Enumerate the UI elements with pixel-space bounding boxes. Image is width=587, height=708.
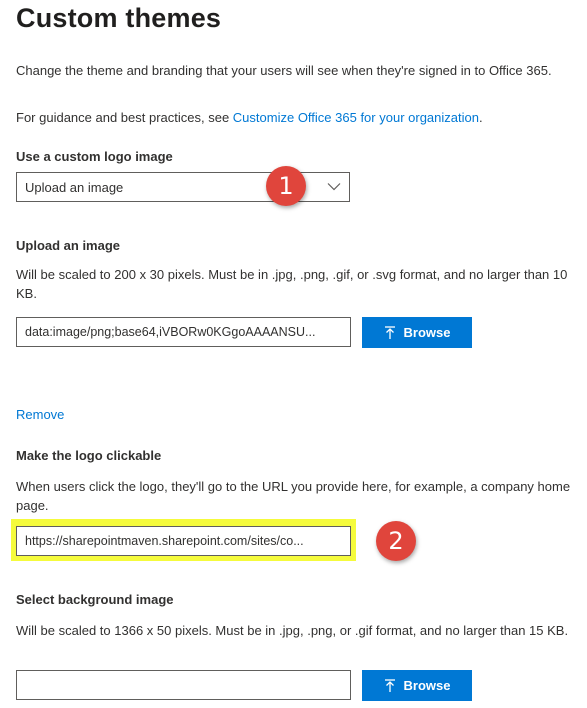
- upload-image-help: Will be scaled to 200 x 30 pixels. Must …: [16, 267, 568, 301]
- chevron-down-icon: [327, 183, 341, 191]
- logo-clickable-label: Make the logo clickable: [16, 448, 162, 463]
- browse-background-label: Browse: [403, 678, 451, 693]
- browse-background-button[interactable]: Browse: [362, 670, 472, 701]
- upload-icon: [384, 678, 395, 692]
- logo-url-input[interactable]: https://sharepointmaven.sharepoint.com/s…: [16, 526, 351, 556]
- guidance-prefix: For guidance and best practices, see: [16, 110, 233, 125]
- background-image-input[interactable]: [16, 670, 351, 700]
- customize-office-link[interactable]: Customize Office 365 for your organizati…: [233, 110, 479, 125]
- callout-badge-2: 2: [376, 521, 416, 561]
- upload-icon: [384, 325, 395, 339]
- logo-clickable-help: When users click the logo, they'll go to…: [16, 479, 571, 513]
- remove-logo-link[interactable]: Remove: [16, 407, 64, 422]
- page-description: Change the theme and branding that your …: [16, 63, 552, 78]
- callout-badge-1: 1: [266, 166, 306, 206]
- browse-logo-button[interactable]: Browse: [362, 317, 472, 348]
- guidance-text: For guidance and best practices, see Cus…: [16, 108, 576, 127]
- logo-source-label: Use a custom logo image: [16, 149, 173, 164]
- browse-logo-label: Browse: [403, 325, 451, 340]
- background-image-label: Select background image: [16, 592, 174, 607]
- background-image-help: Will be scaled to 1366 x 50 pixels. Must…: [16, 623, 569, 638]
- logo-image-input[interactable]: data:image/png;base64,iVBORw0KGgoAAAANSU…: [16, 317, 351, 347]
- page-title: Custom themes: [16, 3, 222, 33]
- guidance-suffix: .: [478, 110, 483, 125]
- logo-source-selected: Upload an image: [25, 180, 124, 195]
- upload-image-label: Upload an image: [16, 238, 121, 253]
